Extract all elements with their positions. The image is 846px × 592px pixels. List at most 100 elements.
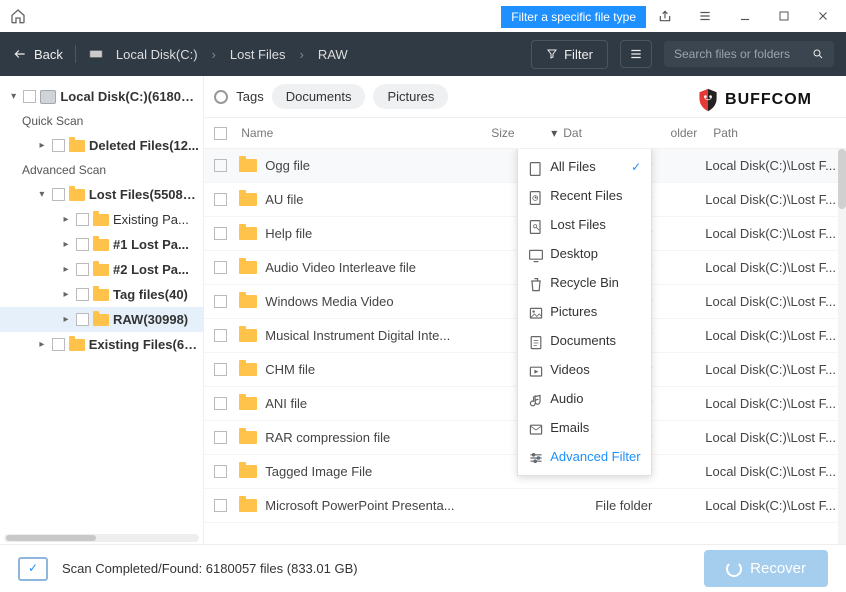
filter-item-audio[interactable]: Audio [518,384,651,413]
tree-deleted-files[interactable]: ▸ Deleted Files(12... [0,133,203,158]
checkbox[interactable] [52,188,65,201]
checkbox[interactable] [214,261,227,274]
home-icon[interactable] [10,8,26,24]
checkbox[interactable] [214,329,227,342]
chevron-right-icon[interactable]: ▸ [60,264,72,275]
search-box[interactable] [664,41,834,67]
footer: Scan Completed/Found: 6180057 files (833… [0,544,846,592]
filter-item-recycle-bin[interactable]: Recycle Bin [518,268,651,297]
col-path[interactable]: Path [713,126,836,140]
breadcrumb-2[interactable]: RAW [318,47,348,62]
filter-item-lost-files[interactable]: Lost Files [518,210,651,239]
tree-lost-pa-1[interactable]: ▸ #1 Lost Pa... [0,232,203,257]
toolbar: Back Local Disk(C:) › Lost Files › RAW F… [0,32,846,76]
horizontal-scrollbar[interactable] [4,534,199,542]
menu-item-label: Recycle Bin [550,275,619,290]
filter-item-recent-files[interactable]: Recent Files [518,181,651,210]
checkbox[interactable] [214,193,227,206]
chevron-down-icon[interactable]: ▾ [36,189,48,200]
scrollbar-thumb[interactable] [6,535,96,541]
checkbox[interactable] [76,313,89,326]
filter-dropdown: All Files✓ Recent Files Lost FilesDesktop R… [517,149,652,476]
menu-item-icon [528,160,542,174]
filter-advanced[interactable]: Advanced Filter [518,442,651,471]
file-row[interactable]: Microsoft PowerPoint Presenta...File fol… [204,489,846,523]
filter-item-documents[interactable]: Documents [518,326,651,355]
minimize-icon[interactable] [732,5,758,27]
col-date[interactable]: Dat [563,126,613,140]
chevron-right-icon[interactable]: ▸ [60,314,72,325]
folder-icon [93,289,109,301]
checkbox[interactable] [52,139,65,152]
recover-button[interactable]: Recover [704,550,828,587]
vertical-scrollbar[interactable] [838,149,846,544]
filter-item-videos[interactable]: Videos [518,355,651,384]
tree-root[interactable]: ▾ Local Disk(C:)(6180057) [0,84,203,109]
checkbox[interactable] [214,159,227,172]
tag-pictures[interactable]: Pictures [373,84,448,109]
checkbox[interactable] [76,213,89,226]
tree-existing-files[interactable]: ▸ Existing Files(65... [0,332,203,357]
section-advanced-scan: Advanced Scan [0,158,203,182]
tag-documents[interactable]: Documents [272,84,366,109]
checkbox[interactable] [214,465,227,478]
menu-item-label: Recent Files [550,188,622,203]
checkbox[interactable] [214,499,227,512]
tree-lost-pa-2[interactable]: ▸ #2 Lost Pa... [0,257,203,282]
share-icon[interactable] [652,5,678,27]
filter-item-emails[interactable]: Emails [518,413,651,442]
recover-icon [726,561,742,577]
checkbox[interactable] [76,288,89,301]
col-size[interactable]: Size [491,126,551,140]
tree-raw[interactable]: ▸ RAW(30998) [0,307,203,332]
chevron-right-icon[interactable]: ▸ [60,289,72,300]
tree-existing-pa[interactable]: ▸ Existing Pa... [0,207,203,232]
search-input[interactable] [674,47,804,61]
menu-item-icon [528,218,542,232]
menu-icon[interactable] [692,5,718,27]
chevron-down-icon[interactable]: ▾ [8,91,19,102]
folder-icon [239,227,257,240]
file-path: Local Disk(C:)\Lost F... [705,362,836,377]
maximize-icon[interactable] [772,6,796,26]
scrollbar-thumb[interactable] [838,149,846,209]
back-button[interactable]: Back [12,47,63,62]
tree-lost-files[interactable]: ▾ Lost Files(55084... [0,182,203,207]
scan-status: Scan Completed/Found: 6180057 files (833… [62,561,358,576]
filter-item-desktop[interactable]: Desktop [518,239,651,268]
chevron-right-icon[interactable]: ▸ [36,140,48,151]
tags-icon [214,90,228,104]
checkbox[interactable] [76,238,89,251]
file-path: Local Disk(C:)\Lost F... [705,498,836,513]
col-name[interactable]: Name [241,126,491,140]
file-type: File folder [595,498,705,513]
breadcrumb-0[interactable]: Local Disk(C:) [116,47,198,62]
tree-label: Existing Files(65... [89,337,200,352]
checkbox[interactable] [52,338,65,351]
chevron-right-icon[interactable]: ▸ [36,339,48,350]
checkbox[interactable] [214,431,227,444]
tree-tag-files[interactable]: ▸ Tag files(40) [0,282,203,307]
chevron-right-icon[interactable]: ▸ [60,239,72,250]
filter-button[interactable]: Filter [531,40,608,69]
checkbox[interactable] [214,397,227,410]
select-all-checkbox[interactable] [214,127,227,140]
file-path: Local Disk(C:)\Lost F... [705,396,836,411]
checkbox[interactable] [214,295,227,308]
tree-label: Local Disk(C:)(6180057) [60,89,199,104]
title-bar: Filter a specific file type [0,0,846,32]
checkbox[interactable] [76,263,89,276]
search-icon[interactable] [812,47,824,61]
chevron-right-icon[interactable]: ▸ [60,214,72,225]
sidebar-tree: ▾ Local Disk(C:)(6180057) Quick Scan ▸ D… [0,76,204,544]
checkbox[interactable] [214,363,227,376]
close-icon[interactable] [810,5,836,27]
checkbox[interactable] [214,227,227,240]
breadcrumb-1[interactable]: Lost Files [230,47,286,62]
filter-item-pictures[interactable]: Pictures [518,297,651,326]
sliders-icon [528,450,542,464]
filter-item-all-files[interactable]: All Files✓ [518,152,651,181]
menu-item-label: Emails [550,420,589,435]
view-list-button[interactable] [620,40,652,68]
checkbox[interactable] [23,90,36,103]
